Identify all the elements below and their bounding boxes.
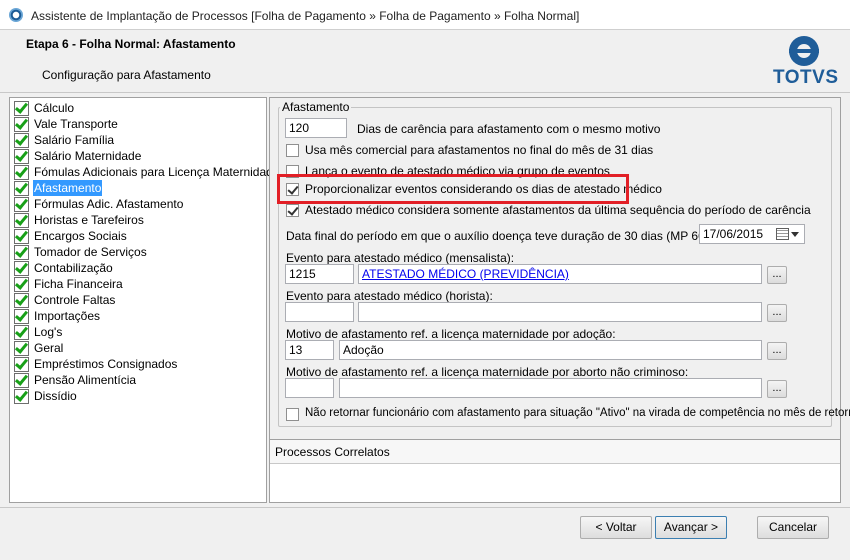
- data-final-label: Data final do período em que o auxílio d…: [286, 229, 719, 243]
- step-item-controle-faltas[interactable]: Controle Faltas: [10, 292, 266, 308]
- next-button[interactable]: Avançar >: [655, 516, 727, 539]
- title-bar: Assistente de Implantação de Processos […: [0, 0, 850, 30]
- evento-mensalista-link[interactable]: ATESTADO MÉDICO (PREVIDÊNCIA): [362, 267, 569, 281]
- back-button[interactable]: < Voltar: [580, 516, 652, 539]
- mes-comercial-checkbox[interactable]: [286, 144, 299, 157]
- carencia-input[interactable]: 120: [285, 118, 347, 138]
- evento-horista-code[interactable]: [285, 302, 354, 322]
- check-icon: [14, 293, 29, 308]
- check-icon: [14, 197, 29, 212]
- related-processes-panel: Processos Correlatos: [269, 439, 841, 503]
- atestado-ultima-label: Atestado médico considera somente afasta…: [305, 203, 811, 217]
- group-title: Afastamento: [280, 100, 352, 114]
- check-icon: [14, 101, 29, 116]
- atestado-ultima-checkbox[interactable]: [286, 204, 299, 217]
- nao-retornar-checkbox[interactable]: [286, 408, 299, 421]
- footer-divider: [0, 507, 850, 508]
- mes-comercial-label: Usa mês comercial para afastamentos no f…: [305, 143, 654, 157]
- calendar-icon[interactable]: [776, 228, 789, 240]
- step-list: Cálculo Vale Transporte Salário Família …: [9, 97, 279, 503]
- check-icon: [14, 133, 29, 148]
- motivo-aborto-label: Motivo de afastamento ref. a licença mat…: [286, 365, 689, 379]
- check-icon: [14, 245, 29, 260]
- step-item-contabilizacao[interactable]: Contabilização: [10, 260, 266, 276]
- highlight-annotation: [277, 174, 629, 204]
- check-icon: [14, 213, 29, 228]
- motivo-adocao-lookup-button[interactable]: ...: [767, 342, 787, 360]
- wizard-header: Etapa 6 - Folha Normal: Afastamento Conf…: [0, 31, 850, 93]
- evento-mensalista-label: Evento para atestado médico (mensalista)…: [286, 251, 515, 265]
- totvs-logo: TOTVS: [773, 36, 839, 91]
- step-item-encargos[interactable]: Encargos Sociais: [10, 228, 266, 244]
- step-item-dissidio[interactable]: Dissídio: [10, 388, 266, 404]
- check-icon: [14, 181, 29, 196]
- motivo-aborto-code[interactable]: [285, 378, 334, 398]
- step-item-ficha-financeira[interactable]: Ficha Financeira: [10, 276, 266, 292]
- motivo-aborto-desc[interactable]: [339, 378, 762, 398]
- check-icon: [14, 373, 29, 388]
- check-icon: [14, 325, 29, 340]
- evento-horista-label: Evento para atestado médico (horista):: [286, 289, 493, 303]
- step-item-vale-transporte[interactable]: Vale Transporte: [10, 116, 266, 132]
- check-icon: [14, 229, 29, 244]
- step-subtitle: Configuração para Afastamento: [42, 68, 211, 82]
- check-icon: [14, 357, 29, 372]
- step-item-pensao[interactable]: Pensão Alimentícia: [10, 372, 266, 388]
- evento-mensalista-desc[interactable]: ATESTADO MÉDICO (PREVIDÊNCIA): [358, 264, 762, 284]
- check-icon: [14, 341, 29, 356]
- check-icon: [14, 117, 29, 132]
- check-icon: [14, 261, 29, 276]
- totvs-logo-icon: [789, 36, 819, 66]
- carencia-label: Dias de carência para afastamento com o …: [357, 122, 661, 136]
- motivo-adocao-desc[interactable]: Adoção: [339, 340, 762, 360]
- step-title: Etapa 6 - Folha Normal: Afastamento: [26, 37, 236, 51]
- related-processes-title: Processos Correlatos: [270, 440, 840, 464]
- step-item-salario-familia[interactable]: Salário Família: [10, 132, 266, 148]
- step-item-geral[interactable]: Geral: [10, 340, 266, 356]
- step-item-emprestimos[interactable]: Empréstimos Consignados: [10, 356, 266, 372]
- evento-horista-desc[interactable]: [358, 302, 762, 322]
- step-item-calculo[interactable]: Cálculo: [10, 100, 266, 116]
- step-item-formulas-afastamento[interactable]: Fórmulas Adic. Afastamento: [10, 196, 266, 212]
- nao-retornar-label: Não retornar funcionário com afastamento…: [305, 407, 850, 419]
- check-icon: [14, 165, 29, 180]
- step-item-horistas[interactable]: Horistas e Tarefeiros: [10, 212, 266, 228]
- motivo-adocao-code[interactable]: 13: [285, 340, 334, 360]
- check-icon: [14, 277, 29, 292]
- data-final-value: 17/06/2015: [703, 227, 764, 241]
- step-item-salario-maternidade[interactable]: Salário Maternidade: [10, 148, 266, 164]
- cancel-button[interactable]: Cancelar: [757, 516, 829, 539]
- step-item-logs[interactable]: Log's: [10, 324, 266, 340]
- window-title: Assistente de Implantação de Processos […: [31, 9, 580, 23]
- step-item-afastamento[interactable]: Afastamento: [10, 180, 266, 196]
- evento-horista-lookup-button[interactable]: ...: [767, 304, 787, 322]
- chevron-down-icon[interactable]: [791, 232, 799, 237]
- app-icon: [9, 8, 23, 22]
- step-item-formulas-licenca[interactable]: Fómulas Adicionais para Licença Maternid…: [10, 164, 279, 180]
- check-icon: [14, 309, 29, 324]
- motivo-adocao-label: Motivo de afastamento ref. a licença mat…: [286, 327, 616, 341]
- check-icon: [14, 149, 29, 164]
- totvs-logo-text: TOTVS: [773, 67, 839, 88]
- step-item-tomador[interactable]: Tomador de Serviços: [10, 244, 266, 260]
- evento-mensalista-lookup-button[interactable]: ...: [767, 266, 787, 284]
- check-icon: [14, 389, 29, 404]
- evento-mensalista-code[interactable]: 1215: [285, 264, 354, 284]
- step-item-importacoes[interactable]: Importações: [10, 308, 266, 324]
- motivo-aborto-lookup-button[interactable]: ...: [767, 380, 787, 398]
- data-final-input[interactable]: 17/06/2015: [699, 224, 805, 244]
